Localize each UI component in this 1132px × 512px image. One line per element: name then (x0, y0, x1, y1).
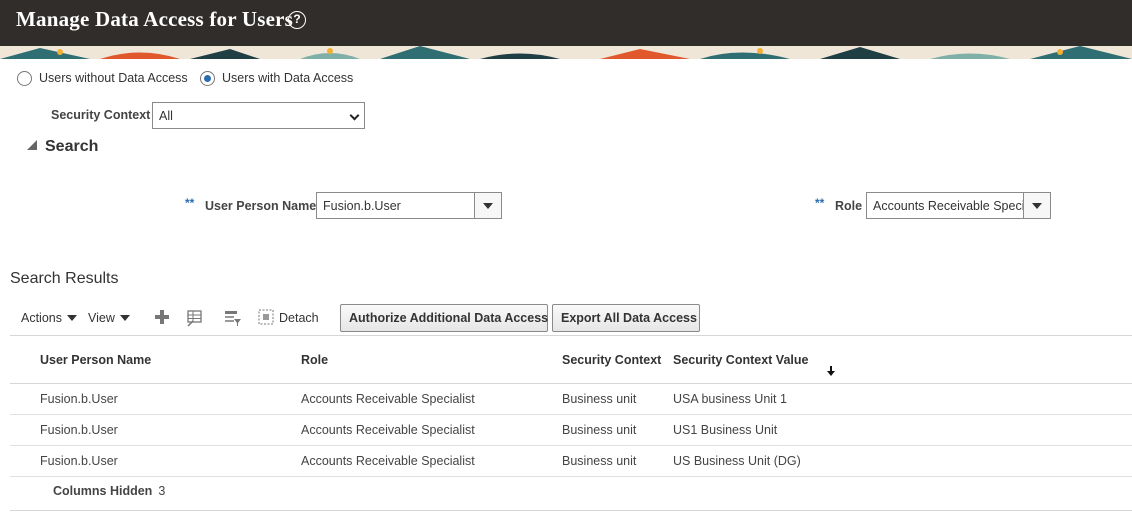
role-value: Accounts Receivable Speci (873, 199, 1023, 213)
view-menu[interactable]: View (88, 311, 130, 325)
cell-user-person-name: Fusion.b.User (40, 414, 301, 446)
user-person-name-combo[interactable]: Fusion.b.User (316, 192, 502, 219)
cell-security-context-value: US1 Business Unit (673, 414, 1132, 446)
column-header-security-context-value[interactable]: Security Context Value (673, 335, 1132, 384)
security-context-label: Security Context (51, 108, 151, 122)
user-person-name-label: User Person Name (205, 199, 317, 213)
results-table: User Person Name Role Security Context S… (10, 335, 1132, 477)
authorize-additional-data-access-button[interactable]: Authorize Additional Data Access (340, 304, 548, 332)
banner-pattern-icon (0, 46, 1132, 59)
radio-label-users-with-access: Users with Data Access (222, 71, 354, 85)
cell-security-context-value: US Business Unit (DG) (673, 445, 1132, 477)
column-header-role[interactable]: Role (301, 335, 562, 384)
column-header-security-context[interactable]: Security Context (562, 335, 673, 384)
cell-security-context: Business unit (562, 414, 673, 446)
caret-down-icon (119, 315, 130, 321)
edit-grid-icon[interactable] (185, 309, 203, 327)
table-row[interactable]: Fusion.b.User Accounts Receivable Specia… (10, 445, 1132, 477)
page-header: Manage Data Access for Users ? (0, 0, 1132, 46)
collapse-triangle-icon (27, 140, 37, 150)
radio-label-users-without-access: Users without Data Access (39, 71, 188, 85)
results-toolbar: Actions View Detach Authorize Additional… (10, 304, 1132, 332)
caret-down-icon (67, 315, 77, 321)
radio-users-without-access[interactable] (17, 71, 32, 86)
cell-user-person-name: Fusion.b.User (40, 383, 301, 415)
table-row[interactable]: Fusion.b.User Accounts Receivable Specia… (10, 383, 1132, 415)
actions-menu[interactable]: Actions (21, 311, 77, 325)
required-marker: ** (815, 196, 825, 210)
security-context-value: All (159, 109, 173, 123)
columns-hidden-count: 3 (158, 484, 166, 498)
row-selector-header (10, 335, 40, 384)
chevron-down-icon (349, 110, 360, 121)
radio-users-with-access[interactable] (200, 71, 215, 86)
search-section-header[interactable]: Search (27, 138, 98, 156)
table-bottom-divider (10, 510, 1132, 511)
help-icon[interactable]: ? (288, 11, 306, 29)
cell-security-context-value: USA business Unit 1 (673, 383, 1132, 415)
table-row[interactable]: Fusion.b.User Accounts Receivable Specia… (10, 414, 1132, 446)
cell-security-context: Business unit (562, 383, 673, 415)
cell-user-person-name: Fusion.b.User (40, 445, 301, 477)
cell-role: Accounts Receivable Specialist (301, 383, 562, 415)
page-title: Manage Data Access for Users (16, 7, 293, 31)
cell-role: Accounts Receivable Specialist (301, 414, 562, 446)
security-context-select[interactable]: All (152, 102, 365, 129)
cell-security-context: Business unit (562, 445, 673, 477)
column-header-user-person-name[interactable]: User Person Name (40, 335, 301, 384)
row-selector[interactable] (10, 383, 40, 415)
columns-hidden-status: Columns Hidden 3 (53, 484, 165, 498)
view-menu-label: View (88, 311, 115, 325)
dropdown-arrow-icon[interactable] (474, 193, 501, 218)
query-by-example-icon[interactable] (224, 309, 242, 327)
detach-button[interactable]: Detach (279, 311, 319, 325)
row-selector[interactable] (10, 445, 40, 477)
role-label: Role (835, 199, 863, 213)
add-icon[interactable] (153, 309, 171, 327)
columns-hidden-label: Columns Hidden (53, 484, 153, 498)
dropdown-arrow-icon[interactable] (1023, 193, 1050, 218)
table-header-row: User Person Name Role Security Context S… (10, 335, 1132, 384)
user-person-name-value: Fusion.b.User (323, 199, 401, 213)
actions-menu-label: Actions (21, 311, 62, 325)
role-combo[interactable]: Accounts Receivable Speci (866, 192, 1051, 219)
export-all-data-access-button[interactable]: Export All Data Access (552, 304, 700, 332)
required-marker: ** (185, 196, 195, 210)
decorative-banner (0, 46, 1132, 59)
search-results-title: Search Results (10, 270, 119, 287)
row-selector[interactable] (10, 414, 40, 446)
cell-role: Accounts Receivable Specialist (301, 445, 562, 477)
search-title: Search (45, 138, 99, 155)
sort-descending-icon[interactable] (827, 366, 835, 376)
detach-icon[interactable] (257, 309, 275, 327)
